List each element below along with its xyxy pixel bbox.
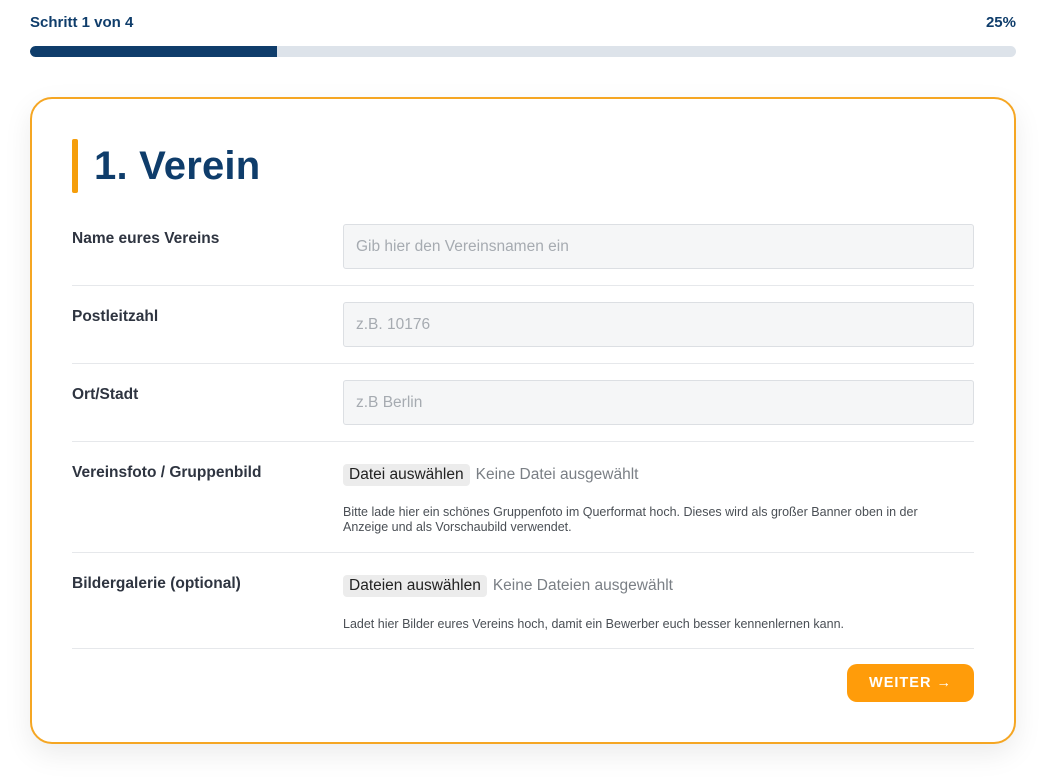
name-label: Name eures Vereins (72, 230, 220, 247)
photo-help-text: Bitte lade hier ein schönes Gruppenfoto … (343, 505, 918, 534)
choose-file-button[interactable]: Datei auswählen (343, 464, 470, 486)
city-label: Ort/Stadt (72, 386, 139, 403)
form-row-city: Ort/Stadt (72, 364, 974, 442)
form-row-zip: Postleitzahl (72, 286, 974, 364)
next-button[interactable]: WEITER → (847, 664, 974, 702)
form-page: Schritt 1 von 4 25% 1. Verein Name eures… (0, 0, 1044, 779)
form-fields: Name eures Vereins Postleitzahl Ort/Stad… (72, 211, 974, 649)
progress-percent: 25% (985, 13, 1016, 31)
form-row-gallery: Bildergalerie (optional) Dateien auswähl… (72, 553, 974, 649)
photo-file-picker: Datei auswählen Keine Datei ausgewählt (343, 464, 638, 486)
gallery-help-text: Ladet hier Bilder eures Vereins hoch, da… (343, 617, 845, 631)
progress-header: Schritt 1 von 4 25% (30, 12, 1016, 32)
progress-bar (30, 46, 1016, 57)
page-title: 1. Verein (94, 143, 261, 188)
club-name-input[interactable] (343, 224, 974, 269)
choose-files-button[interactable]: Dateien auswählen (343, 575, 487, 597)
step-indicator: Schritt 1 von 4 (30, 13, 134, 31)
form-row-photo: Vereinsfoto / Gruppenbild Datei auswähle… (72, 442, 974, 553)
form-card: 1. Verein Name eures Vereins Postleitzah… (30, 97, 1016, 744)
photo-file-status: Keine Datei ausgewählt (475, 466, 639, 483)
progress-bar-fill (30, 46, 277, 57)
gallery-label: Bildergalerie (optional) (72, 575, 241, 592)
form-row-name: Name eures Vereins (72, 211, 974, 286)
heading-accent-bar (72, 139, 78, 193)
zip-input[interactable] (343, 302, 974, 347)
zip-label: Postleitzahl (72, 308, 159, 325)
section-heading: 1. Verein (72, 139, 260, 193)
gallery-file-status: Keine Dateien ausgewählt (492, 577, 673, 594)
city-input[interactable] (343, 380, 974, 425)
photo-label: Vereinsfoto / Gruppenbild (72, 464, 262, 481)
gallery-file-picker: Dateien auswählen Keine Dateien ausgewäh… (343, 575, 673, 597)
